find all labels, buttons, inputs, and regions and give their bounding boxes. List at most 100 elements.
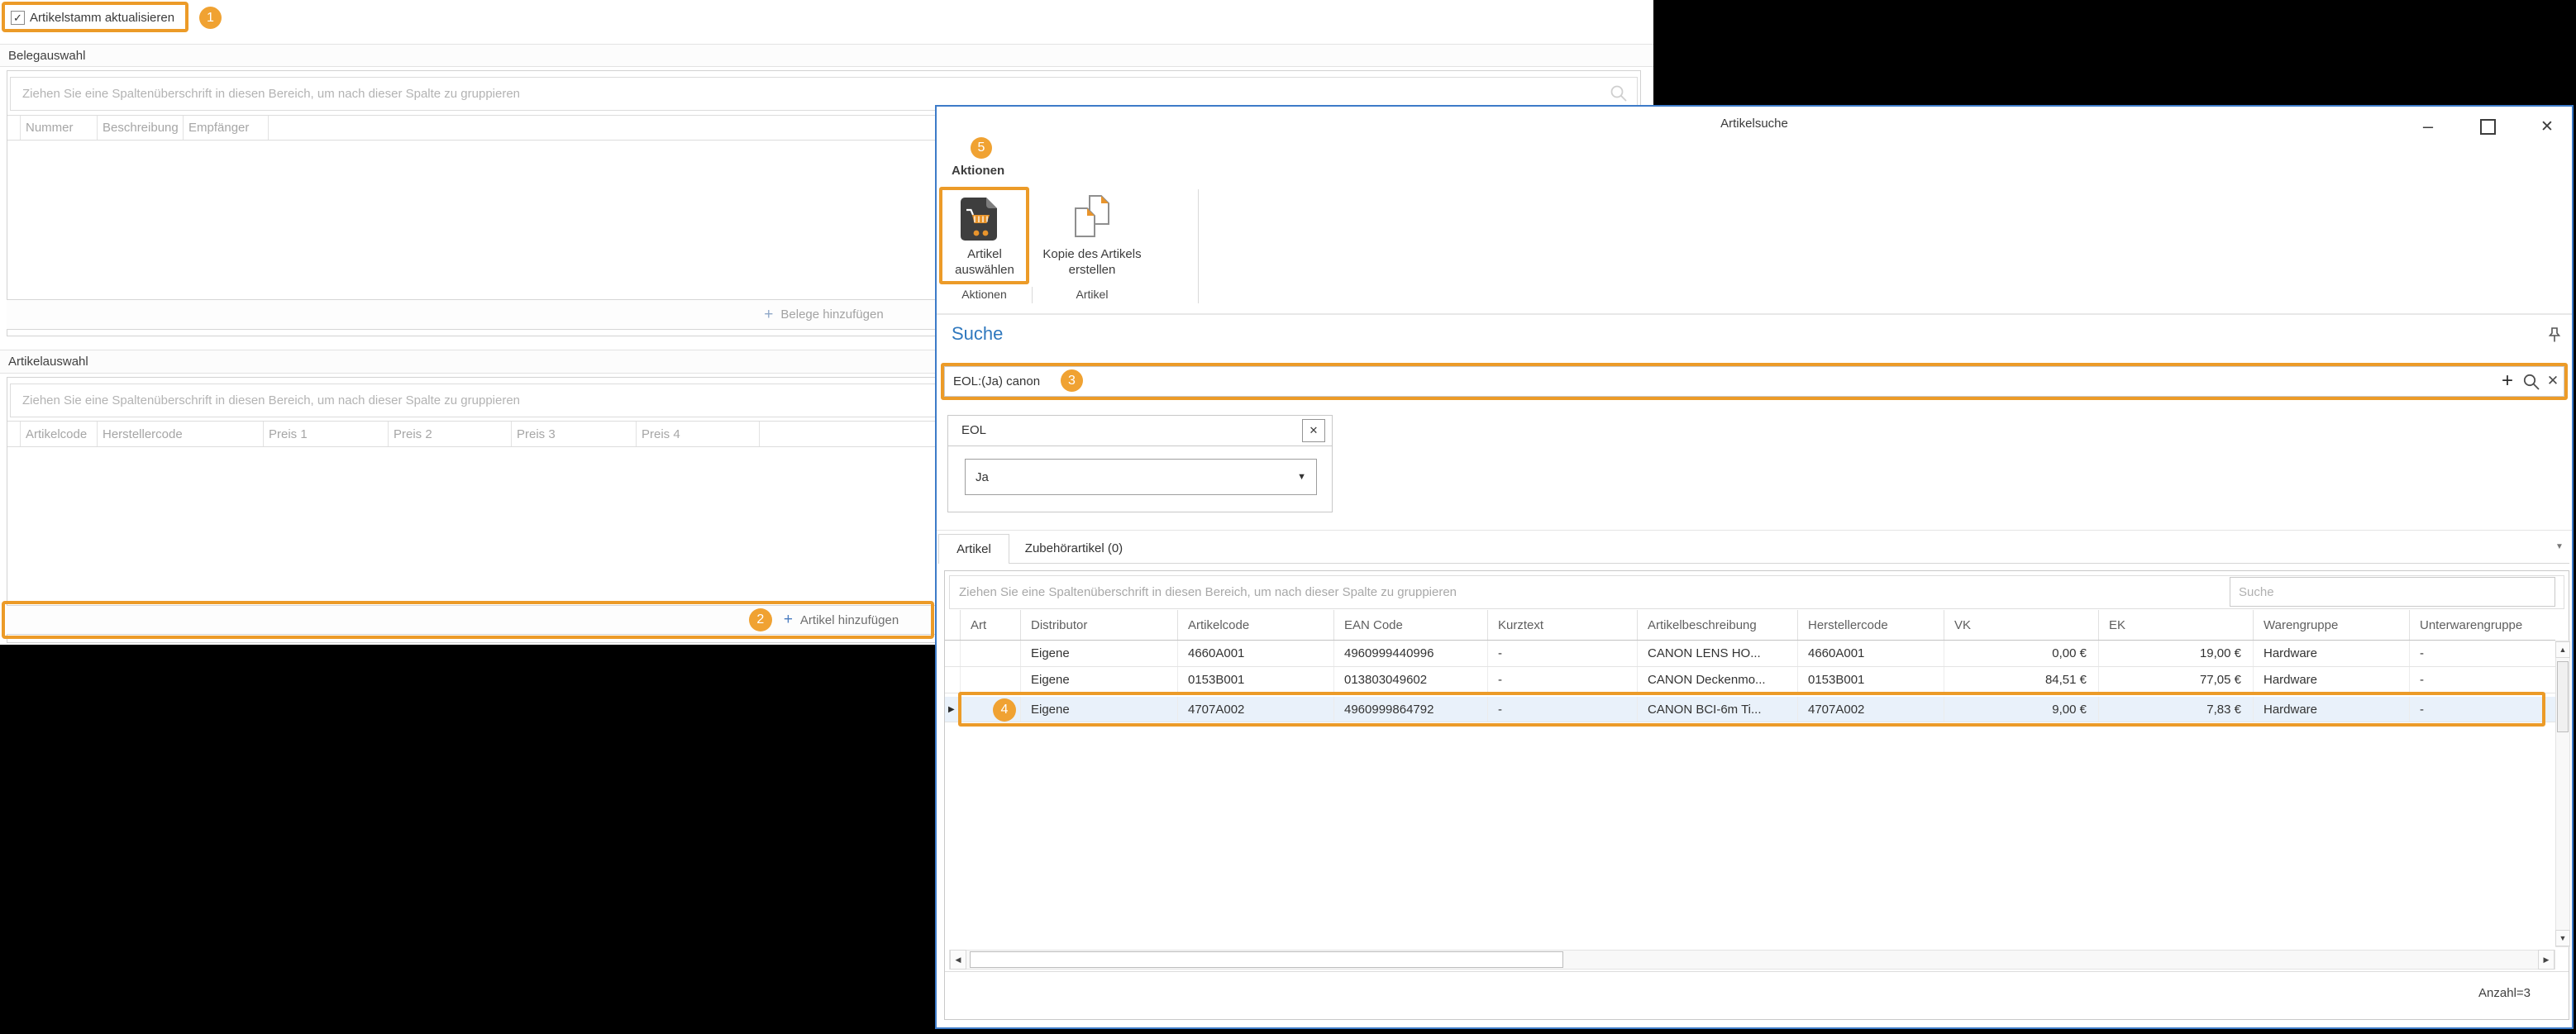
run-search-icon[interactable] (2522, 373, 2540, 391)
chevron-down-icon: ▼ (2555, 542, 2564, 551)
table-row[interactable]: Eigene 4660A001 4960999440996 - CANON LE… (945, 641, 2555, 667)
add-artikel-label: Artikel hinzufügen (800, 613, 899, 627)
grid-column-kurztext[interactable]: Kurztext (1488, 610, 1638, 640)
ribbon-tab-aktionen[interactable]: Aktionen (952, 164, 1004, 178)
beleg-column-beschreibung[interactable]: Beschreibung (98, 116, 184, 140)
grid-status-strip: Anzahl=3 (945, 971, 2569, 1019)
ribbon-group-separator (1198, 189, 1199, 303)
plus-icon: + (784, 611, 793, 629)
annotation-number: 2 (756, 612, 764, 627)
grid-column-herstellercode[interactable]: Herstellercode (1798, 610, 1944, 640)
ribbon-group-aktionen: Aktionen (939, 288, 1029, 301)
annotation-number: 1 (207, 11, 214, 26)
artikel-column-herstellercode[interactable]: Herstellercode (98, 422, 264, 446)
arrow-up-icon: ▲ (2559, 646, 2567, 654)
close-icon: ✕ (1309, 424, 1319, 437)
artikel-column-preis4[interactable]: Preis 4 (637, 422, 760, 446)
copy-icon (1069, 193, 1115, 243)
eol-filter-close-button[interactable]: ✕ (1302, 419, 1325, 442)
grid-column-artikelbeschreibung[interactable]: Artikelbeschreibung (1638, 610, 1798, 640)
cart-icon (960, 197, 998, 241)
eol-filter-title: EOL (961, 423, 986, 437)
arrow-down-icon: ▼ (2559, 934, 2567, 942)
row-marker-icon: ▶ (948, 705, 955, 714)
artikel-column-artikelcode[interactable]: Artikelcode (21, 422, 98, 446)
horizontal-scroll-thumb[interactable] (970, 951, 1563, 968)
arrow-right-icon: ▶ (2544, 955, 2550, 965)
scroll-up-button[interactable]: ▲ (2555, 641, 2570, 658)
eol-filter-header (948, 416, 1332, 446)
search-heading: Suche (952, 323, 1003, 345)
pin-icon[interactable] (2548, 326, 2561, 343)
eol-value-dropdown[interactable]: Ja ▼ (965, 459, 1317, 495)
artikel-column-preis1[interactable]: Preis 1 (264, 422, 389, 446)
grid-column-vk[interactable]: VK (1944, 610, 2099, 640)
grid-column-warengruppe[interactable]: Warengruppe (2254, 610, 2410, 640)
tab-artikel[interactable]: Artikel (938, 534, 1009, 564)
chevron-down-icon: ▼ (1297, 472, 1306, 482)
scroll-down-button[interactable]: ▼ (2555, 930, 2570, 946)
tab-artikel-label: Artikel (956, 542, 991, 556)
search-query-input[interactable] (944, 366, 2564, 397)
table-row[interactable]: Eigene 0153B001 013803049602 - CANON Dec… (945, 667, 2555, 693)
add-filter-icon[interactable]: + (2496, 369, 2519, 393)
beleg-groupby-hint: Ziehen Sie eine Spaltenüberschrift in di… (22, 87, 520, 101)
tabstrip-bottom-border (938, 563, 2569, 564)
artikel-auswaehlen-button[interactable]: Artikel auswählen (939, 187, 1030, 284)
scroll-left-button[interactable]: ◀ (950, 950, 966, 970)
maximize-icon (2480, 119, 2496, 135)
checkmark-icon: ✓ (13, 12, 22, 25)
tabs-top-border (937, 530, 2572, 531)
eol-filter-panel: EOL ✕ Ja ▼ (947, 415, 1333, 512)
artikel-auswaehlen-label-line2: auswählen (939, 262, 1030, 278)
ribbon-group-divider (1032, 287, 1033, 303)
artikel-column-preis2[interactable]: Preis 2 (389, 422, 512, 446)
arrow-left-icon: ◀ (956, 955, 961, 965)
beleg-section-header: Belegauswahl (0, 44, 1653, 67)
grid-column-distributor[interactable]: Distributor (1021, 610, 1178, 640)
grid-indicator-column (945, 610, 961, 640)
artikel-column-preis3[interactable]: Preis 3 (512, 422, 637, 446)
beleg-indicator-column (7, 116, 21, 140)
artikel-groupby-hint: Ziehen Sie eine Spaltenüberschrift in di… (22, 393, 520, 407)
kopie-erstellen-button[interactable]: Kopie des Artikels erstellen (1034, 187, 1150, 284)
maximize-button[interactable] (2473, 113, 2502, 140)
beleg-column-empfaenger[interactable]: Empfänger (184, 116, 269, 140)
beleg-search-icon[interactable] (1609, 83, 1629, 103)
minimize-icon: – (2423, 116, 2433, 137)
vertical-scroll-thumb[interactable] (2557, 661, 2569, 732)
eol-value: Ja (976, 470, 1297, 484)
update-master-checkbox-label: Artikelstamm aktualisieren (30, 11, 174, 25)
grid-column-ean-code[interactable]: EAN Code (1334, 610, 1488, 640)
vertical-scrollbar[interactable]: ▲ ▼ (2555, 641, 2570, 947)
add-beleg-label: Belege hinzufügen (780, 307, 883, 322)
artikel-auswaehlen-label-line1: Artikel (939, 246, 1030, 262)
status-count: Anzahl=3 (2478, 986, 2531, 1000)
horizontal-scrollbar[interactable]: ◀ ▶ (949, 950, 2555, 970)
grid-column-artikelcode[interactable]: Artikelcode (1178, 610, 1334, 640)
kopie-erstellen-label-line1: Kopie des Artikels (1034, 246, 1150, 262)
scroll-right-button[interactable]: ▶ (2538, 950, 2555, 970)
grid-search-input[interactable] (2230, 577, 2555, 607)
annotation-circle-2: 2 (749, 608, 772, 631)
close-button[interactable]: ✕ (2532, 113, 2562, 140)
update-master-checkbox[interactable]: ✓ (11, 11, 25, 25)
tabstrip-dropdown-icon[interactable]: ▼ (2555, 542, 2564, 551)
annotation-number: 5 (978, 141, 985, 155)
beleg-column-nummer[interactable]: Nummer (21, 116, 98, 140)
grid-column-ek[interactable]: EK (2099, 610, 2254, 640)
plus-icon: + (2502, 369, 2513, 393)
ribbon-bottom-border (937, 313, 2572, 315)
minimize-button[interactable]: – (2413, 113, 2443, 140)
artikelsuche-dialog: Artikelsuche – ✕ 5 Aktionen Artikel ausw… (935, 105, 2574, 1029)
clear-search-icon[interactable]: ✕ (2542, 370, 2564, 392)
close-icon: ✕ (2547, 373, 2559, 389)
table-row-selected[interactable]: ▶ Eigene 4707A002 4960999864792 - CANON … (945, 697, 2555, 722)
tab-zubehoerartikel[interactable]: Zubehörartikel (0) (1009, 534, 1138, 563)
grid-groupby-hint: Ziehen Sie eine Spaltenüberschrift in di… (959, 585, 1457, 599)
plus-icon: + (764, 306, 773, 324)
tab-zubehoerartikel-label: Zubehörartikel (0) (1025, 541, 1123, 555)
ribbon-group-artikel: Artikel (1034, 288, 1150, 301)
grid-column-art[interactable]: Art (961, 610, 1021, 640)
grid-column-unterwarengruppe[interactable]: Unterwarengruppe (2410, 610, 2555, 640)
